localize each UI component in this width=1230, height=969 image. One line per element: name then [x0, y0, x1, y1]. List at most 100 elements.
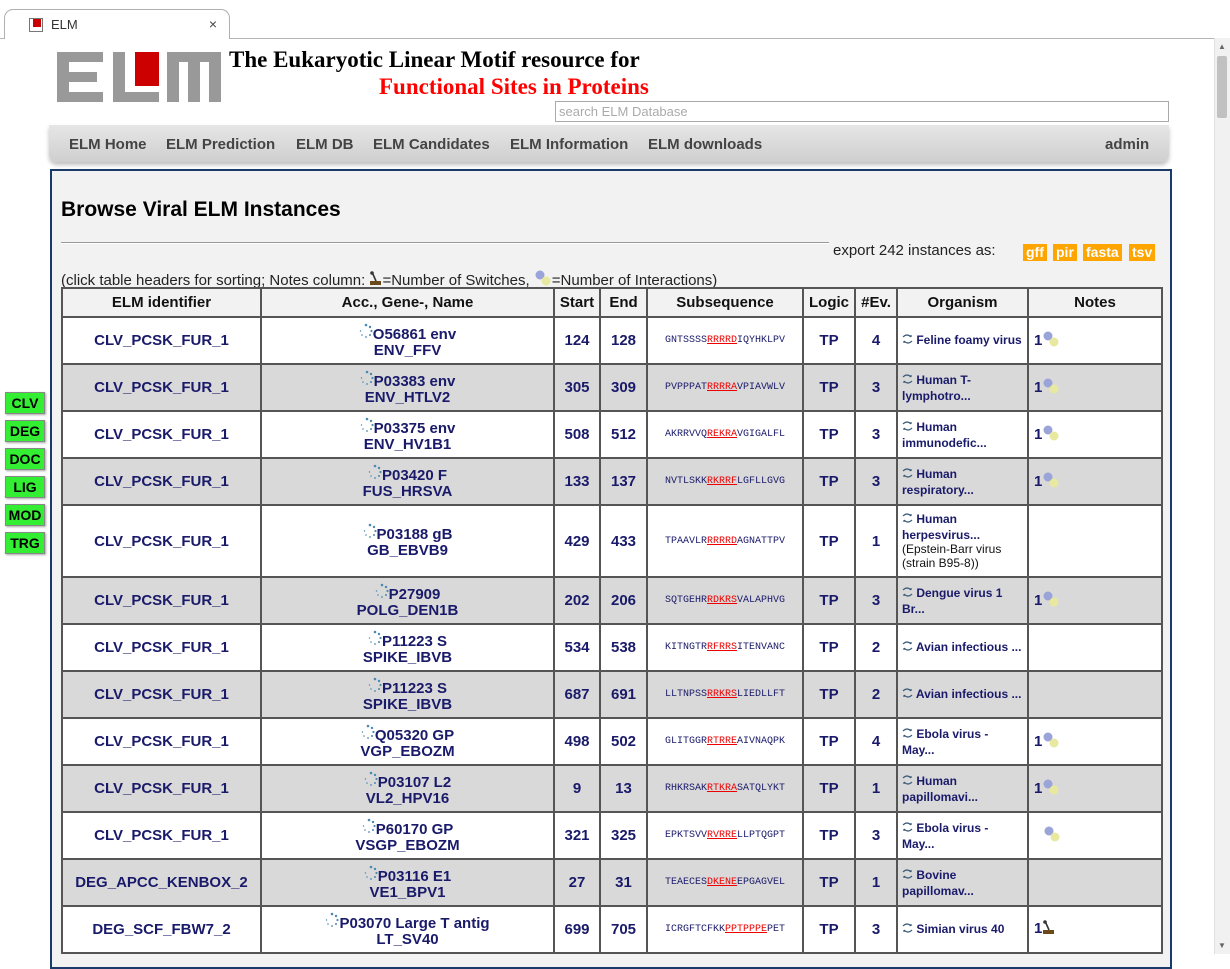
interaction-icon[interactable]	[1042, 732, 1060, 752]
organism-link[interactable]: Ebola virus - May...	[902, 821, 988, 851]
gene-name-link[interactable]: VGP_EBOZM	[360, 743, 454, 760]
interaction-icon[interactable]	[1042, 331, 1060, 351]
nav-admin[interactable]: admin	[1105, 136, 1149, 153]
accession-link[interactable]: P60170 GP	[376, 821, 454, 838]
side-button-lig[interactable]: LIG	[5, 476, 45, 498]
interaction-icon[interactable]	[1042, 591, 1060, 611]
header-start[interactable]: Start	[553, 287, 601, 318]
scroll-down-arrow-icon[interactable]: ▼	[1218, 941, 1226, 950]
header-elm-identifier[interactable]: ELM identifier	[61, 287, 262, 318]
organism-link[interactable]: Human T-lymphotro...	[902, 373, 971, 403]
accession-link[interactable]: P03375 env	[374, 420, 456, 437]
accession-link[interactable]: Q05320 GP	[375, 727, 454, 744]
elm-identifier-link[interactable]: CLV_PCSK_FUR_1	[61, 363, 262, 412]
organism-link[interactable]: Human papillomavi...	[902, 774, 978, 804]
organism-link[interactable]: Avian infectious ...	[916, 640, 1022, 654]
export-fasta-button[interactable]: fasta	[1083, 244, 1122, 261]
organism-link[interactable]: Human immunodefic...	[902, 420, 987, 450]
elm-identifier-link[interactable]: CLV_PCSK_FUR_1	[61, 316, 262, 365]
scroll-up-arrow-icon[interactable]: ▲	[1218, 42, 1226, 51]
notes-count[interactable]: 1	[1034, 780, 1042, 797]
export-gff-button[interactable]: gff	[1023, 244, 1047, 261]
notes-count[interactable]: 1	[1034, 473, 1042, 490]
elm-identifier-link[interactable]: CLV_PCSK_FUR_1	[61, 623, 262, 672]
tab-close-icon[interactable]: ×	[209, 16, 217, 32]
accession-link[interactable]: P03070 Large T antig	[339, 915, 489, 932]
gene-name-link[interactable]: VE1_BPV1	[370, 884, 446, 901]
gene-name-link[interactable]: SPIKE_IBVB	[363, 649, 452, 666]
elm-identifier-link[interactable]: CLV_PCSK_FUR_1	[61, 576, 262, 625]
header-organism[interactable]: Organism	[896, 287, 1029, 318]
accession-link[interactable]: P11223 S	[382, 680, 447, 697]
gene-name-link[interactable]: ENV_FFV	[374, 342, 442, 359]
nav-elm-downloads[interactable]: ELM downloads	[648, 136, 762, 153]
nav-elm-db[interactable]: ELM DB	[296, 136, 354, 153]
organism-link[interactable]: Feline foamy virus	[916, 333, 1021, 347]
accession-link[interactable]: P03188 gB	[377, 526, 453, 543]
nav-elm-information[interactable]: ELM Information	[510, 136, 628, 153]
organism-link[interactable]: Human herpesvirus...	[902, 512, 980, 542]
gene-name-link[interactable]: LT_SV40	[376, 931, 438, 948]
elm-identifier-link[interactable]: DEG_SCF_FBW7_2	[61, 905, 262, 954]
nav-elm-candidates[interactable]: ELM Candidates	[373, 136, 490, 153]
accession-link[interactable]: P03420 F	[382, 467, 447, 484]
export-tsv-button[interactable]: tsv	[1129, 244, 1156, 261]
accession-link[interactable]: P03383 env	[374, 373, 456, 390]
notes-count[interactable]: 1	[1034, 426, 1042, 443]
notes-count[interactable]: 1	[1034, 920, 1042, 937]
gene-name-link[interactable]: ENV_HTLV2	[365, 389, 451, 406]
gene-name-link[interactable]: ENV_HV1B1	[364, 436, 452, 453]
nav-elm-prediction[interactable]: ELM Prediction	[166, 136, 275, 153]
side-button-trg[interactable]: TRG	[5, 532, 45, 554]
switch-icon[interactable]	[1042, 920, 1055, 939]
interaction-icon[interactable]	[1042, 472, 1060, 492]
gene-name-link[interactable]: GB_EBVB9	[367, 542, 448, 559]
notes-count[interactable]: 1	[1034, 733, 1042, 750]
organism-link[interactable]: Dengue virus 1 Br...	[902, 586, 1002, 616]
elm-identifier-link[interactable]: CLV_PCSK_FUR_1	[61, 457, 262, 506]
notes-count[interactable]: 1	[1034, 592, 1042, 609]
gene-name-link[interactable]: POLG_DEN1B	[357, 602, 459, 619]
notes-count[interactable]: 1	[1034, 332, 1042, 349]
accession-link[interactable]: P03107 L2	[378, 774, 451, 791]
header-evidence[interactable]: #Ev.	[854, 287, 898, 318]
gene-name-link[interactable]: FUS_HRSVA	[363, 483, 453, 500]
organism-link[interactable]: Simian virus 40	[916, 922, 1004, 936]
interaction-icon[interactable]	[1042, 779, 1060, 799]
elm-logo[interactable]	[57, 52, 221, 102]
interaction-icon[interactable]	[1043, 826, 1061, 846]
organism-link[interactable]: Ebola virus - May...	[902, 727, 988, 757]
side-button-deg[interactable]: DEG	[5, 420, 45, 442]
header-subsequence[interactable]: Subsequence	[646, 287, 804, 318]
notes-count[interactable]: 1	[1034, 379, 1042, 396]
interaction-icon[interactable]	[1042, 378, 1060, 398]
elm-identifier-link[interactable]: CLV_PCSK_FUR_1	[61, 670, 262, 719]
accession-link[interactable]: P11223 S	[382, 633, 447, 650]
gene-name-link[interactable]: VSGP_EBOZM	[355, 837, 459, 854]
gene-name-link[interactable]: VL2_HPV16	[366, 790, 449, 807]
export-pir-button[interactable]: pir	[1053, 244, 1077, 261]
accession-link[interactable]: P03116 E1	[378, 868, 451, 885]
organism-link[interactable]: Bovine papillomav...	[902, 868, 974, 898]
side-button-doc[interactable]: DOC	[5, 448, 45, 470]
elm-identifier-link[interactable]: CLV_PCSK_FUR_1	[61, 504, 262, 578]
elm-identifier-link[interactable]: CLV_PCSK_FUR_1	[61, 410, 262, 459]
header-end[interactable]: End	[599, 287, 648, 318]
elm-identifier-link[interactable]: CLV_PCSK_FUR_1	[61, 811, 262, 860]
scroll-thumb[interactable]	[1217, 56, 1227, 118]
accession-link[interactable]: P27909	[389, 586, 441, 603]
elm-identifier-link[interactable]: CLV_PCSK_FUR_1	[61, 717, 262, 766]
browser-tab[interactable]: ELM ×	[4, 9, 230, 39]
nav-elm-home[interactable]: ELM Home	[69, 136, 147, 153]
vertical-scrollbar[interactable]: ▲ ▼	[1214, 38, 1230, 954]
accession-link[interactable]: O56861 env	[373, 326, 456, 343]
interaction-icon[interactable]	[1042, 425, 1060, 445]
side-button-clv[interactable]: CLV	[5, 392, 45, 414]
side-button-mod[interactable]: MOD	[5, 504, 45, 526]
header-logic[interactable]: Logic	[802, 287, 856, 318]
search-input[interactable]	[555, 101, 1169, 122]
gene-name-link[interactable]: SPIKE_IBVB	[363, 696, 452, 713]
elm-identifier-link[interactable]: DEG_APCC_KENBOX_2	[61, 858, 262, 907]
elm-identifier-link[interactable]: CLV_PCSK_FUR_1	[61, 764, 262, 813]
organism-link[interactable]: Human respiratory...	[902, 467, 974, 497]
